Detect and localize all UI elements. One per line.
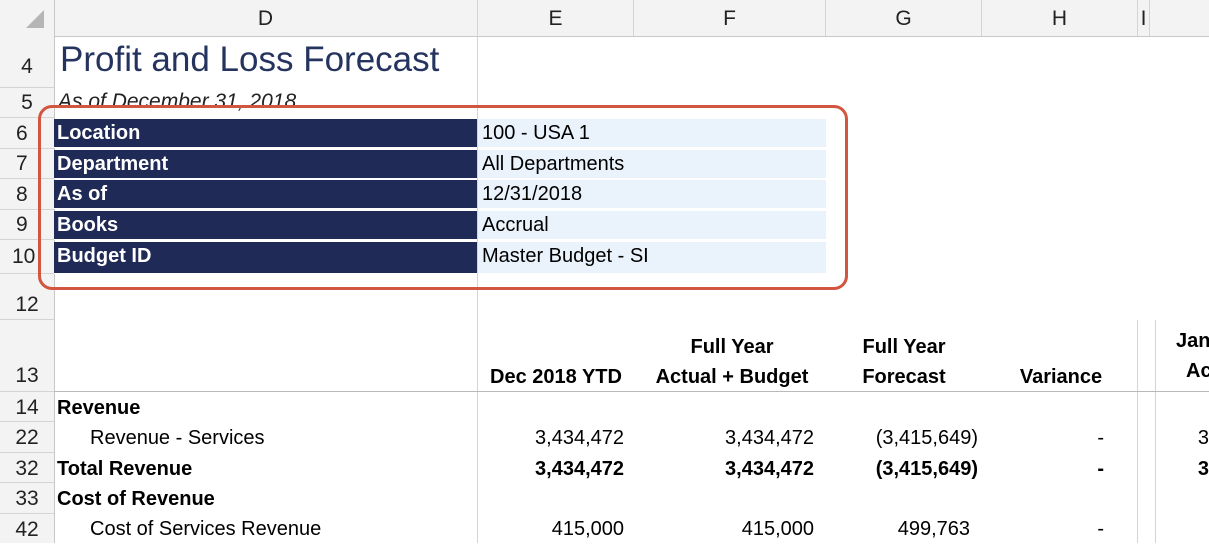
header-dec-ytd: Dec 2018 YTD — [490, 366, 622, 388]
cell-fy-actual[interactable]: 3,434,472 — [634, 427, 814, 450]
header-full-year-forecast-line2: Forecast — [862, 366, 946, 388]
row-label-cost-of-revenue: Cost of Revenue — [57, 488, 215, 510]
row-header-22[interactable]: 22 — [0, 422, 54, 453]
row-header-32[interactable]: 32 — [0, 453, 54, 483]
cell-partial[interactable]: 3 — [1160, 458, 1209, 481]
header-partial-line2: Ac — [1186, 360, 1209, 382]
cell-variance[interactable]: - — [982, 427, 1104, 450]
highlight-box — [38, 105, 848, 290]
row-header-4[interactable]: 4 — [0, 36, 54, 88]
cell-fy-actual[interactable]: 415,000 — [634, 518, 814, 541]
header-variance: Variance — [1019, 366, 1103, 388]
cell-forecast[interactable]: (3,415,649) — [826, 458, 978, 481]
column-header-e[interactable]: E — [478, 0, 634, 36]
row-label-revenue-services: Revenue - Services — [90, 427, 265, 449]
row-header-33[interactable]: 33 — [0, 483, 54, 514]
header-underline — [54, 391, 1209, 392]
column-header-i[interactable]: I — [1138, 0, 1150, 36]
cell-ytd[interactable]: 3,434,472 — [478, 427, 624, 450]
cell-variance[interactable]: - — [982, 458, 1104, 481]
row-label-cost-of-services: Cost of Services Revenue — [90, 518, 322, 540]
column-header-f[interactable]: F — [634, 0, 826, 36]
page-title: Profit and Loss Forecast — [60, 40, 440, 79]
header-full-year-forecast-line1: Full Year — [862, 336, 946, 358]
row-header-42[interactable]: 42 — [0, 514, 54, 543]
cell-ytd[interactable]: 415,000 — [478, 518, 624, 541]
column-divider — [1137, 320, 1138, 543]
row-label-total-revenue: Total Revenue — [57, 458, 193, 480]
column-header-d[interactable]: D — [54, 0, 478, 36]
select-all-icon — [26, 10, 44, 28]
header-partial-line1: Jan — [1176, 330, 1209, 352]
header-full-year-actual-line1: Full Year — [690, 336, 774, 358]
cell-partial[interactable]: 3 — [1160, 427, 1209, 450]
row-header-14[interactable]: 14 — [0, 392, 54, 422]
cell-fy-actual[interactable]: 3,434,472 — [634, 458, 814, 481]
cell-forecast[interactable]: 499,763 — [826, 518, 970, 541]
cell-forecast[interactable]: (3,415,649) — [826, 427, 978, 450]
row-header-12[interactable]: 12 — [0, 290, 54, 320]
cell-ytd[interactable]: 3,434,472 — [478, 458, 624, 481]
row-header-13[interactable]: 13 — [0, 320, 54, 392]
cell-variance[interactable]: - — [982, 518, 1104, 541]
column-divider — [1155, 320, 1156, 543]
column-header-h[interactable]: H — [982, 0, 1138, 36]
column-header-g[interactable]: G — [826, 0, 982, 36]
row-label-revenue: Revenue — [57, 397, 141, 419]
header-full-year-actual-line2: Actual + Budget — [655, 366, 809, 388]
